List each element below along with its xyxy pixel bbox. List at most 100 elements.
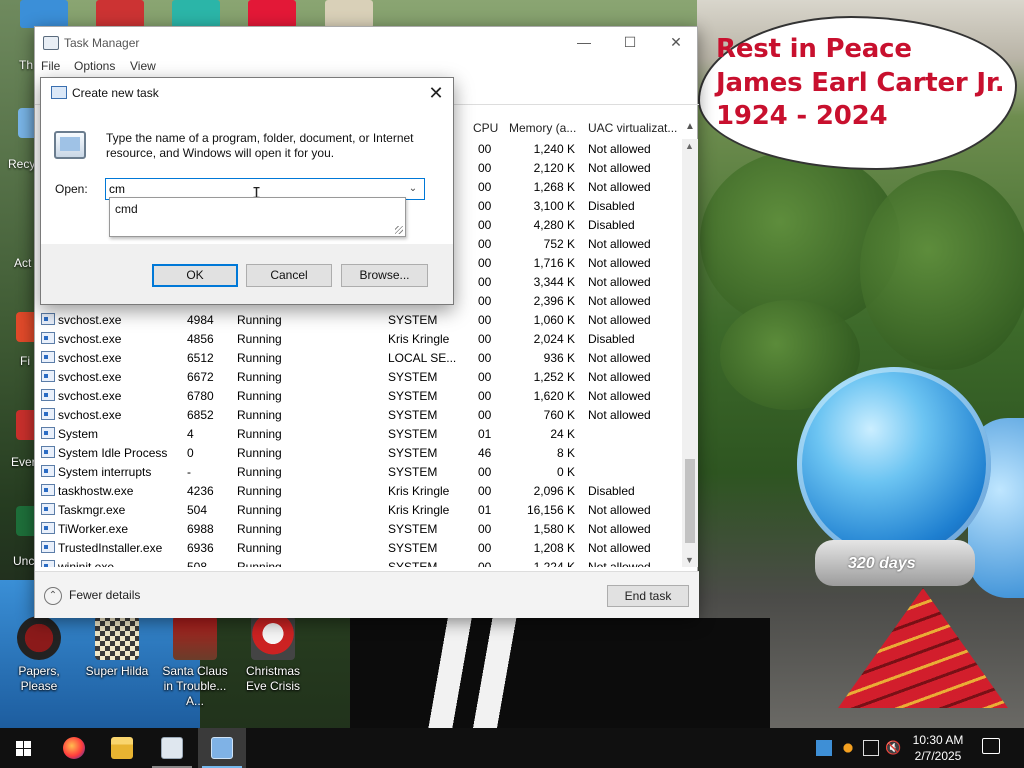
menu-file[interactable]: File: [41, 59, 60, 73]
desktop-icon-super-hilda[interactable]: Super Hilda: [79, 616, 155, 679]
column-uac-virtualization[interactable]: UAC virtualizat...: [588, 121, 677, 135]
menu-options[interactable]: Options: [74, 59, 115, 73]
process-memory: 0 K: [556, 465, 575, 479]
process-user: SYSTEM: [388, 541, 438, 555]
table-row[interactable]: TiWorker.exe 6988 Running SYSTEM 00 1,580 K No…: [35, 519, 680, 538]
process-user: SYSTEM: [388, 427, 438, 441]
table-row[interactable]: svchost.exe 6852 Running SYSTEM 00 760 K Not a…: [35, 405, 680, 424]
scroll-up-arrow-icon[interactable]: ▲: [685, 141, 694, 151]
process-pid: 6672: [187, 370, 214, 384]
process-cpu: 00: [478, 389, 492, 403]
resize-grip-icon[interactable]: [395, 226, 403, 234]
start-button[interactable]: [0, 728, 48, 768]
autocomplete-item[interactable]: cmd: [115, 202, 138, 216]
desktop-icon-christmas-eve-crisis[interactable]: Christmas Eve Crisis: [235, 616, 311, 694]
menu-view[interactable]: View: [130, 59, 156, 73]
process-memory: 3,344 K: [533, 275, 575, 289]
taskbar-run-dialog[interactable]: [198, 728, 246, 768]
table-row[interactable]: svchost.exe 6512 Running LOCAL SE... 00 936 K…: [35, 348, 680, 367]
ok-button[interactable]: OK: [152, 264, 238, 287]
desktop-icon-santa-claus[interactable]: Santa Claus in Trouble... A...: [157, 616, 233, 709]
process-icon: [41, 351, 55, 363]
process-user: SYSTEM: [388, 408, 438, 422]
process-cpu: 00: [478, 408, 492, 422]
process-status: Running: [237, 313, 282, 327]
process-uac: Disabled: [588, 484, 635, 498]
volume-muted-icon[interactable]: 🔇: [885, 740, 901, 756]
process-status: Running: [237, 541, 282, 555]
taskbar-file-explorer[interactable]: [98, 728, 146, 768]
process-memory: 1,716 K: [533, 256, 575, 270]
desktop-icon-partial[interactable]: [172, 0, 220, 28]
process-memory: 8 K: [556, 446, 575, 460]
process-name: TiWorker.exe: [58, 522, 129, 536]
table-row[interactable]: System interrupts - Running SYSTEM 00 0 K: [35, 462, 680, 481]
open-label: Open:: [55, 182, 88, 196]
taskbar-clock[interactable]: 10:30 AM 2/7/2025: [905, 732, 971, 764]
close-button[interactable]: ✕: [653, 27, 699, 57]
process-user: SYSTEM: [388, 522, 438, 536]
scrollbar-thumb[interactable]: [685, 459, 695, 543]
end-task-button[interactable]: End task: [607, 585, 689, 607]
process-memory: 1,208 K: [533, 541, 575, 555]
countdown-days-label: 320 days: [848, 555, 916, 572]
table-row[interactable]: System Idle Process 0 Running SYSTEM 46 8 K: [35, 443, 680, 462]
desktop-icon-partial[interactable]: [96, 0, 144, 28]
tray-app-icon[interactable]: [816, 740, 832, 756]
process-cpu: 00: [478, 541, 492, 555]
column-memory[interactable]: Memory (a...: [509, 121, 576, 135]
scroll-down-arrow-icon[interactable]: ▼: [685, 555, 694, 565]
process-user: SYSTEM: [388, 446, 438, 460]
table-row[interactable]: wininit.exe 508 Running SYSTEM 00 1,224 K Not …: [35, 557, 680, 567]
process-icon: [41, 332, 55, 344]
fewer-details-link[interactable]: Fewer details: [69, 588, 140, 602]
vertical-scrollbar[interactable]: ▲ ▼: [682, 139, 698, 567]
process-name: System Idle Process: [58, 446, 168, 460]
task-manager-footer: ⌃ Fewer details End task: [35, 571, 699, 618]
minimize-button[interactable]: —: [561, 27, 607, 57]
process-memory: 2,096 K: [533, 484, 575, 498]
process-uac: Not allowed: [588, 522, 651, 536]
taskbar-task-manager[interactable]: [148, 728, 196, 768]
process-pid: 4236: [187, 484, 214, 498]
table-row[interactable]: System 4 Running SYSTEM 01 24 K: [35, 424, 680, 443]
process-name: svchost.exe: [58, 332, 122, 346]
network-icon[interactable]: [863, 740, 879, 756]
process-icon: [41, 427, 55, 439]
table-row[interactable]: svchost.exe 4984 Running SYSTEM 00 1,060 K Not…: [35, 310, 680, 329]
table-row[interactable]: Taskmgr.exe 504 Running Kris Kringle 01 16,15…: [35, 500, 680, 519]
table-row[interactable]: svchost.exe 4856 Running Kris Kringle 00 2,02…: [35, 329, 680, 348]
desktop-icon-partial[interactable]: [20, 0, 68, 28]
desktop-icon-partial[interactable]: [325, 0, 373, 28]
column-cpu[interactable]: CPU: [473, 121, 498, 135]
process-user: Kris Kringle: [388, 484, 450, 498]
process-memory: 1,240 K: [533, 142, 575, 156]
christmas-eve-crisis-icon: [251, 616, 295, 660]
table-row[interactable]: TrustedInstaller.exe 6936 Running SYSTEM 00 1…: [35, 538, 680, 557]
mcdonalds-icon[interactable]: [248, 0, 296, 28]
create-new-task-dialog: Create new task ✕ Type the name of a pro…: [40, 77, 454, 305]
chevron-up-circle-icon[interactable]: ⌃: [44, 587, 62, 605]
process-uac: Not allowed: [588, 503, 651, 517]
process-uac: Not allowed: [588, 161, 651, 175]
maximize-button[interactable]: ☐: [607, 27, 653, 57]
cancel-button[interactable]: Cancel: [246, 264, 332, 287]
table-row[interactable]: svchost.exe 6780 Running SYSTEM 00 1,620 K Not…: [35, 386, 680, 405]
notification-center-icon[interactable]: [982, 738, 1000, 754]
table-row[interactable]: svchost.exe 6672 Running SYSTEM 00 1,252 K Not…: [35, 367, 680, 386]
browse-button[interactable]: Browse...: [341, 264, 428, 287]
process-name: taskhostw.exe: [58, 484, 134, 498]
process-status: Running: [237, 484, 282, 498]
papers-please-icon: [17, 616, 61, 660]
task-manager-titlebar[interactable]: Task Manager — ☐ ✕: [35, 27, 697, 59]
desktop-icon-papers-please[interactable]: Papers, Please: [1, 616, 77, 694]
search-tray-icon[interactable]: [840, 740, 856, 756]
table-row[interactable]: taskhostw.exe 4236 Running Kris Kringle 00 2,…: [35, 481, 680, 500]
taskbar-firefox[interactable]: [50, 728, 98, 768]
process-icon: [41, 541, 55, 553]
chevron-down-icon[interactable]: ⌄: [405, 180, 421, 198]
wallpaper-text-line: James Earl Carter Jr.: [716, 68, 1005, 98]
dialog-titlebar[interactable]: Create new task ✕: [41, 78, 453, 108]
dialog-close-button[interactable]: ✕: [419, 79, 453, 107]
process-memory: 4,280 K: [533, 218, 575, 232]
